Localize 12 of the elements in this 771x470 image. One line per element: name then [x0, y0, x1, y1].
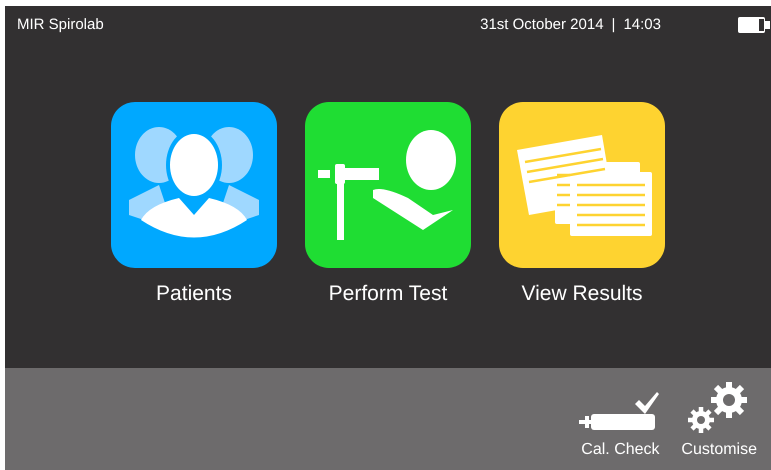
tile-label[interactable]: Patients	[156, 278, 232, 310]
tile-label[interactable]: Perform Test	[328, 278, 448, 310]
calibration-button[interactable]: Cal. Check	[575, 390, 666, 462]
tile-label[interactable]: View Results	[522, 278, 642, 310]
customise-button[interactable]: Customise	[679, 380, 759, 462]
time-text: 14:03	[623, 14, 661, 35]
menu-tile[interactable]	[305, 102, 471, 268]
date-text: 31st October 2014	[480, 14, 604, 35]
app-title: MIR Spirolab	[17, 14, 104, 35]
menu-tile[interactable]	[111, 102, 277, 268]
menu-tile[interactable]	[499, 102, 665, 268]
separator-text: |	[612, 14, 616, 35]
